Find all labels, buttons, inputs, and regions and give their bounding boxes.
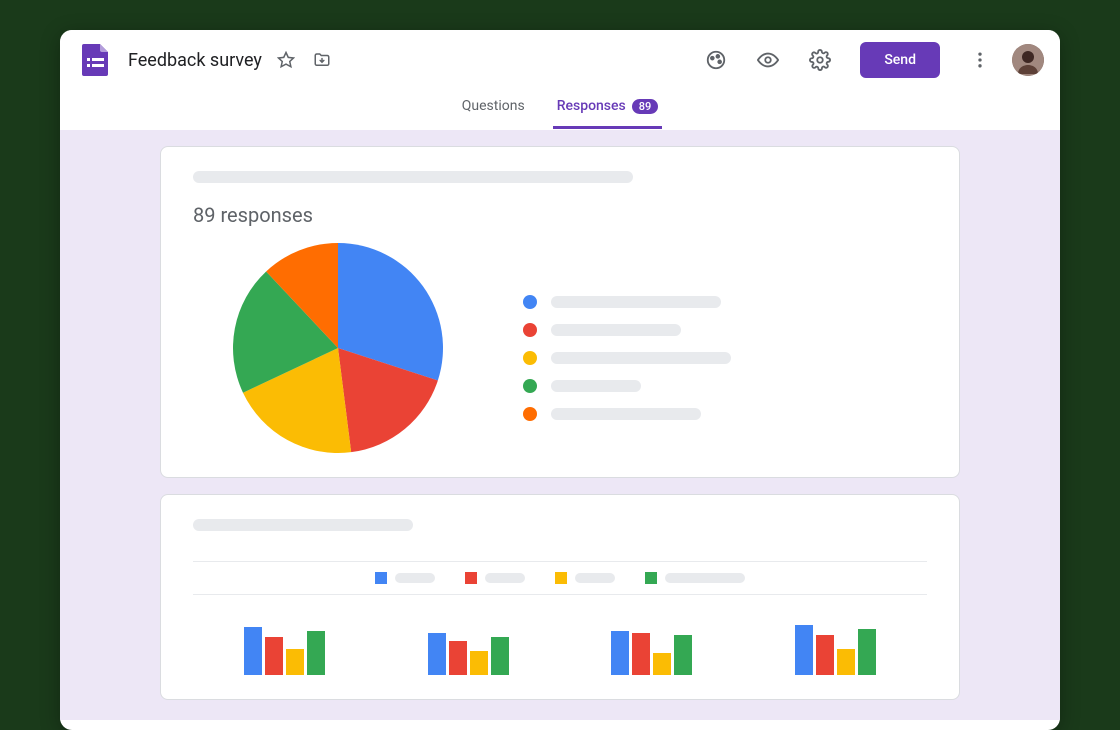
legend-label-placeholder <box>395 573 435 583</box>
bar-group <box>428 633 509 675</box>
theme-icon[interactable] <box>696 40 736 80</box>
legend-square-icon <box>645 572 657 584</box>
bar-red <box>449 641 467 675</box>
bar-blue <box>428 633 446 675</box>
bar-legend-item <box>465 572 525 584</box>
more-menu-icon[interactable] <box>960 40 1000 80</box>
bar-legend-item <box>645 572 745 584</box>
move-folder-icon[interactable] <box>310 48 334 72</box>
legend-label-placeholder <box>551 352 731 364</box>
bar-yellow <box>653 653 671 675</box>
user-avatar[interactable] <box>1012 44 1044 76</box>
legend-item <box>523 351 731 365</box>
legend-label-placeholder <box>551 324 681 336</box>
legend-dot-icon <box>523 379 537 393</box>
header-bar: Feedback survey Send <box>60 30 1060 90</box>
tab-responses[interactable]: Responses 89 <box>553 90 663 129</box>
bar-red <box>816 635 834 675</box>
send-button[interactable]: Send <box>860 42 940 78</box>
legend-dot-icon <box>523 323 537 337</box>
bar-yellow <box>286 649 304 675</box>
bar-group <box>795 625 876 675</box>
bar-legend-item <box>555 572 615 584</box>
bar-chart <box>193 615 927 675</box>
question-title-placeholder <box>193 519 413 531</box>
bar-green <box>491 637 509 675</box>
bar-green <box>674 635 692 675</box>
legend-item <box>523 407 731 421</box>
legend-item <box>523 379 731 393</box>
legend-square-icon <box>465 572 477 584</box>
pie-chart <box>233 243 443 453</box>
responses-count-label: 89 responses <box>193 203 927 227</box>
preview-eye-icon[interactable] <box>748 40 788 80</box>
legend-label-placeholder <box>551 408 701 420</box>
tab-questions[interactable]: Questions <box>458 90 529 129</box>
content-area: 89 responses <box>60 130 1060 720</box>
bar-yellow <box>470 651 488 675</box>
legend-label-placeholder <box>551 296 721 308</box>
legend-dot-icon <box>523 351 537 365</box>
bar-red <box>265 637 283 675</box>
legend-dot-icon <box>523 407 537 421</box>
bar-group <box>611 631 692 675</box>
bar-green <box>858 629 876 675</box>
legend-label-placeholder <box>575 573 615 583</box>
pie-legend <box>523 295 731 421</box>
bar-legend <box>193 561 927 595</box>
bar-red <box>632 633 650 675</box>
legend-label-placeholder <box>485 573 525 583</box>
bar-yellow <box>837 649 855 675</box>
star-icon[interactable] <box>274 48 298 72</box>
response-card-pie: 89 responses <box>160 146 960 478</box>
legend-item <box>523 323 731 337</box>
bar-green <box>307 631 325 675</box>
response-card-bar <box>160 494 960 700</box>
legend-label-placeholder <box>551 380 641 392</box>
legend-dot-icon <box>523 295 537 309</box>
tab-questions-label: Questions <box>462 98 525 114</box>
bar-group <box>244 627 325 675</box>
bar-blue <box>244 627 262 675</box>
app-window: Feedback survey Send Questions Resp <box>60 30 1060 730</box>
legend-item <box>523 295 731 309</box>
tab-responses-label: Responses <box>557 98 626 114</box>
bar-legend-item <box>375 572 435 584</box>
legend-square-icon <box>555 572 567 584</box>
tab-bar: Questions Responses 89 <box>60 90 1060 130</box>
forms-app-icon[interactable] <box>76 40 116 80</box>
bar-blue <box>611 631 629 675</box>
settings-gear-icon[interactable] <box>800 40 840 80</box>
question-title-placeholder <box>193 171 633 183</box>
document-title[interactable]: Feedback survey <box>128 50 262 71</box>
bar-blue <box>795 625 813 675</box>
responses-badge: 89 <box>632 99 659 114</box>
legend-square-icon <box>375 572 387 584</box>
legend-label-placeholder <box>665 573 745 583</box>
